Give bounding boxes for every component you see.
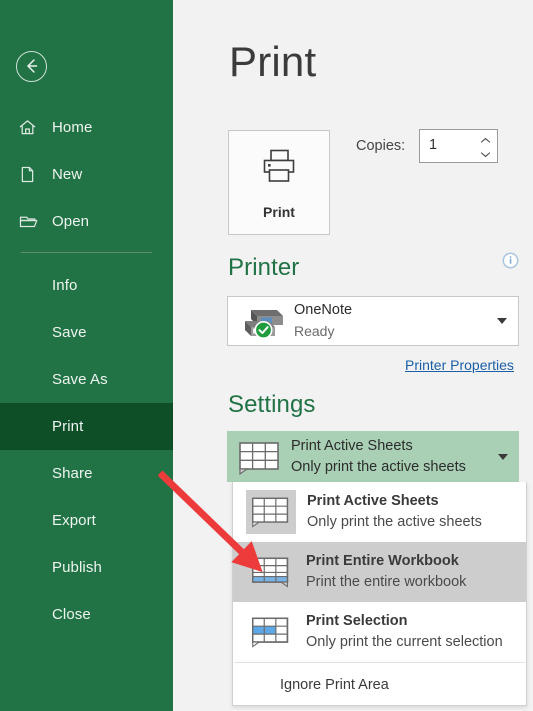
printer-name: OneNote — [294, 302, 353, 318]
dropdown-option-text: Print Selection Only print the current s… — [306, 611, 503, 654]
dropdown-option-title: Print Selection — [306, 612, 408, 629]
chevron-up-icon — [480, 137, 490, 143]
dropdown-option-subtitle: Only print the active sheets — [307, 514, 482, 531]
print-what-select[interactable]: Print Active Sheets Only print the activ… — [227, 431, 519, 482]
home-icon — [18, 118, 44, 137]
open-folder-icon — [18, 211, 44, 232]
sheet-grid-icon — [237, 440, 283, 481]
sidebar-item-label: Home — [52, 119, 93, 136]
dropdown-option-print-selection[interactable]: Print Selection Only print the current s… — [233, 602, 526, 662]
excel-print-backstage: Home New Open Info Save Save As Print Sh… — [0, 0, 533, 711]
print-what-title: Print Active Sheets — [291, 438, 413, 454]
print-what-subtitle: Only print the active sheets — [291, 459, 466, 475]
sidebar-item-label: Open — [52, 213, 90, 230]
sidebar-item-label: Export — [52, 512, 96, 529]
printer-section-heading: Printer — [228, 254, 300, 281]
sidebar-item-label: Share — [52, 465, 93, 482]
sidebar-divider — [21, 252, 152, 253]
sidebar-item-label: Info — [52, 277, 78, 294]
copies-stepper[interactable] — [478, 133, 492, 161]
sidebar-item-save[interactable]: Save — [0, 309, 173, 356]
sidebar-item-label: Save — [52, 324, 87, 341]
sidebar-item-home[interactable]: Home — [0, 104, 173, 151]
dropdown-option-text: Print Active Sheets Only print the activ… — [307, 491, 482, 534]
backstage-sidebar: Home New Open Info Save Save As Print Sh… — [0, 0, 173, 711]
printer-status: Ready — [294, 323, 335, 339]
copies-label: Copies: — [356, 138, 406, 154]
dropdown-option-text: Print Entire Workbook Print the entire w… — [306, 551, 466, 594]
print-what-dropdown: Print Active Sheets Only print the activ… — [232, 482, 527, 706]
dropdown-option-ignore-print-area[interactable]: Ignore Print Area — [233, 663, 526, 705]
printer-select[interactable]: OneNote Ready — [227, 296, 519, 346]
workbook-grid-icon — [247, 555, 295, 589]
copies-input[interactable]: 1 — [419, 129, 498, 163]
chevron-down-icon — [497, 318, 507, 324]
new-document-icon — [18, 165, 44, 184]
chevron-down-icon — [498, 453, 508, 460]
chevron-down-icon — [480, 151, 490, 157]
sidebar-item-print[interactable]: Print — [0, 403, 173, 450]
dropdown-option-print-active-sheets[interactable]: Print Active Sheets Only print the activ… — [233, 482, 526, 542]
sidebar-item-label: Print — [52, 418, 84, 435]
info-icon[interactable] — [502, 252, 519, 269]
sidebar-item-open[interactable]: Open — [0, 198, 173, 245]
print-button[interactable]: Print — [228, 130, 330, 235]
dropdown-option-print-entire-workbook[interactable]: Print Entire Workbook Print the entire w… — [233, 542, 526, 602]
print-button-label: Print — [263, 203, 295, 220]
print-pane: Print Print Copies: 1 Printer OneNote Re… — [173, 0, 533, 711]
sidebar-secondary-nav: Info Save Save As Print Share Export Pub… — [0, 262, 173, 638]
sidebar-item-export[interactable]: Export — [0, 497, 173, 544]
sidebar-item-publish[interactable]: Publish — [0, 544, 173, 591]
dropdown-option-title: Ignore Print Area — [280, 676, 389, 693]
sidebar-item-share[interactable]: Share — [0, 450, 173, 497]
printer-device-icon — [239, 305, 289, 339]
sidebar-item-label: Close — [52, 606, 91, 623]
sidebar-item-label: Save As — [52, 371, 108, 388]
sidebar-item-new[interactable]: New — [0, 151, 173, 198]
sidebar-item-label: New — [52, 166, 83, 183]
selection-grid-icon — [247, 615, 295, 649]
dropdown-option-title: Print Entire Workbook — [306, 552, 459, 569]
page-title: Print — [229, 38, 317, 85]
dropdown-option-subtitle: Print the entire workbook — [306, 574, 467, 591]
printer-properties-link[interactable]: Printer Properties — [405, 357, 514, 373]
back-arrow-icon[interactable] — [16, 51, 47, 82]
printer-icon — [258, 146, 300, 191]
sidebar-item-save-as[interactable]: Save As — [0, 356, 173, 403]
settings-section-heading: Settings — [228, 391, 316, 418]
sheet-grid-icon — [246, 490, 296, 534]
sidebar-item-info[interactable]: Info — [0, 262, 173, 309]
dropdown-option-subtitle: Only print the current selection — [306, 634, 503, 651]
dropdown-option-title: Print Active Sheets — [307, 492, 439, 509]
copies-value: 1 — [429, 137, 438, 153]
sidebar-primary-nav: Home New Open — [0, 104, 173, 245]
sidebar-item-label: Publish — [52, 559, 102, 576]
sidebar-item-close[interactable]: Close — [0, 591, 173, 638]
